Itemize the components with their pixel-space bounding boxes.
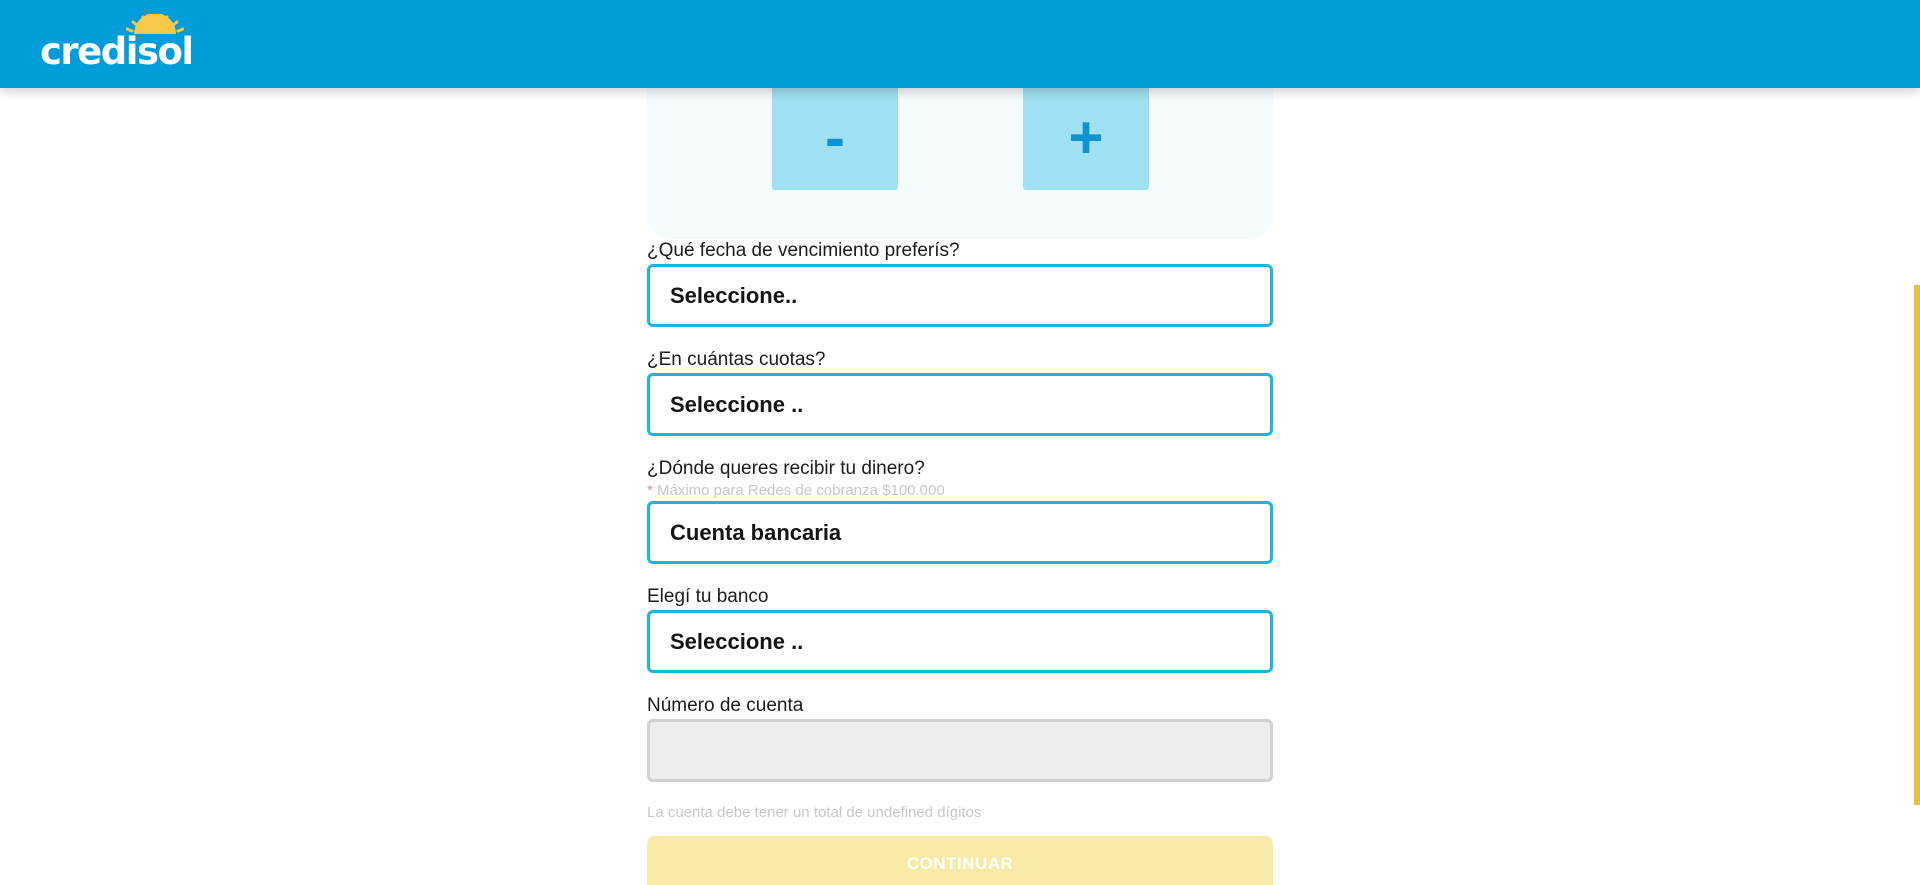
installments-select[interactable]: Seleccione .. [647,373,1273,436]
side-accent-bar [1914,285,1920,805]
account-digits-note: La cuenta debe tener un total de undefin… [647,804,982,821]
account-number-label: Número de cuenta [647,695,804,716]
due-date-select[interactable]: Seleccione.. [647,264,1273,327]
bank-label: Elegí tu banco [647,586,769,607]
account-number-input[interactable] [647,719,1273,782]
due-date-label: ¿Qué fecha de vencimiento preferís? [647,240,960,261]
installments-label: ¿En cuántas cuotas? [647,349,826,370]
hint-text: Máximo para Redes de cobranza $100.000 [652,482,945,499]
top-header: credisol [0,0,1920,88]
receive-method-select[interactable]: Cuenta bancaria [647,501,1273,564]
bank-select[interactable]: Seleccione .. [647,610,1273,673]
continue-button[interactable]: CONTINUAR [647,836,1273,885]
increase-amount-button[interactable]: + [1023,84,1149,190]
logo-text: credisol [40,30,194,73]
decrease-amount-button[interactable]: - [772,84,898,190]
receive-method-label: ¿Dónde queres recibir tu dinero? [647,458,925,479]
page: credisol - + ¿Qué fecha de vencimiento p… [0,0,1920,885]
credisol-logo[interactable]: credisol [40,14,194,74]
receive-method-hint: * Máximo para Redes de cobranza $100.000 [647,482,945,499]
